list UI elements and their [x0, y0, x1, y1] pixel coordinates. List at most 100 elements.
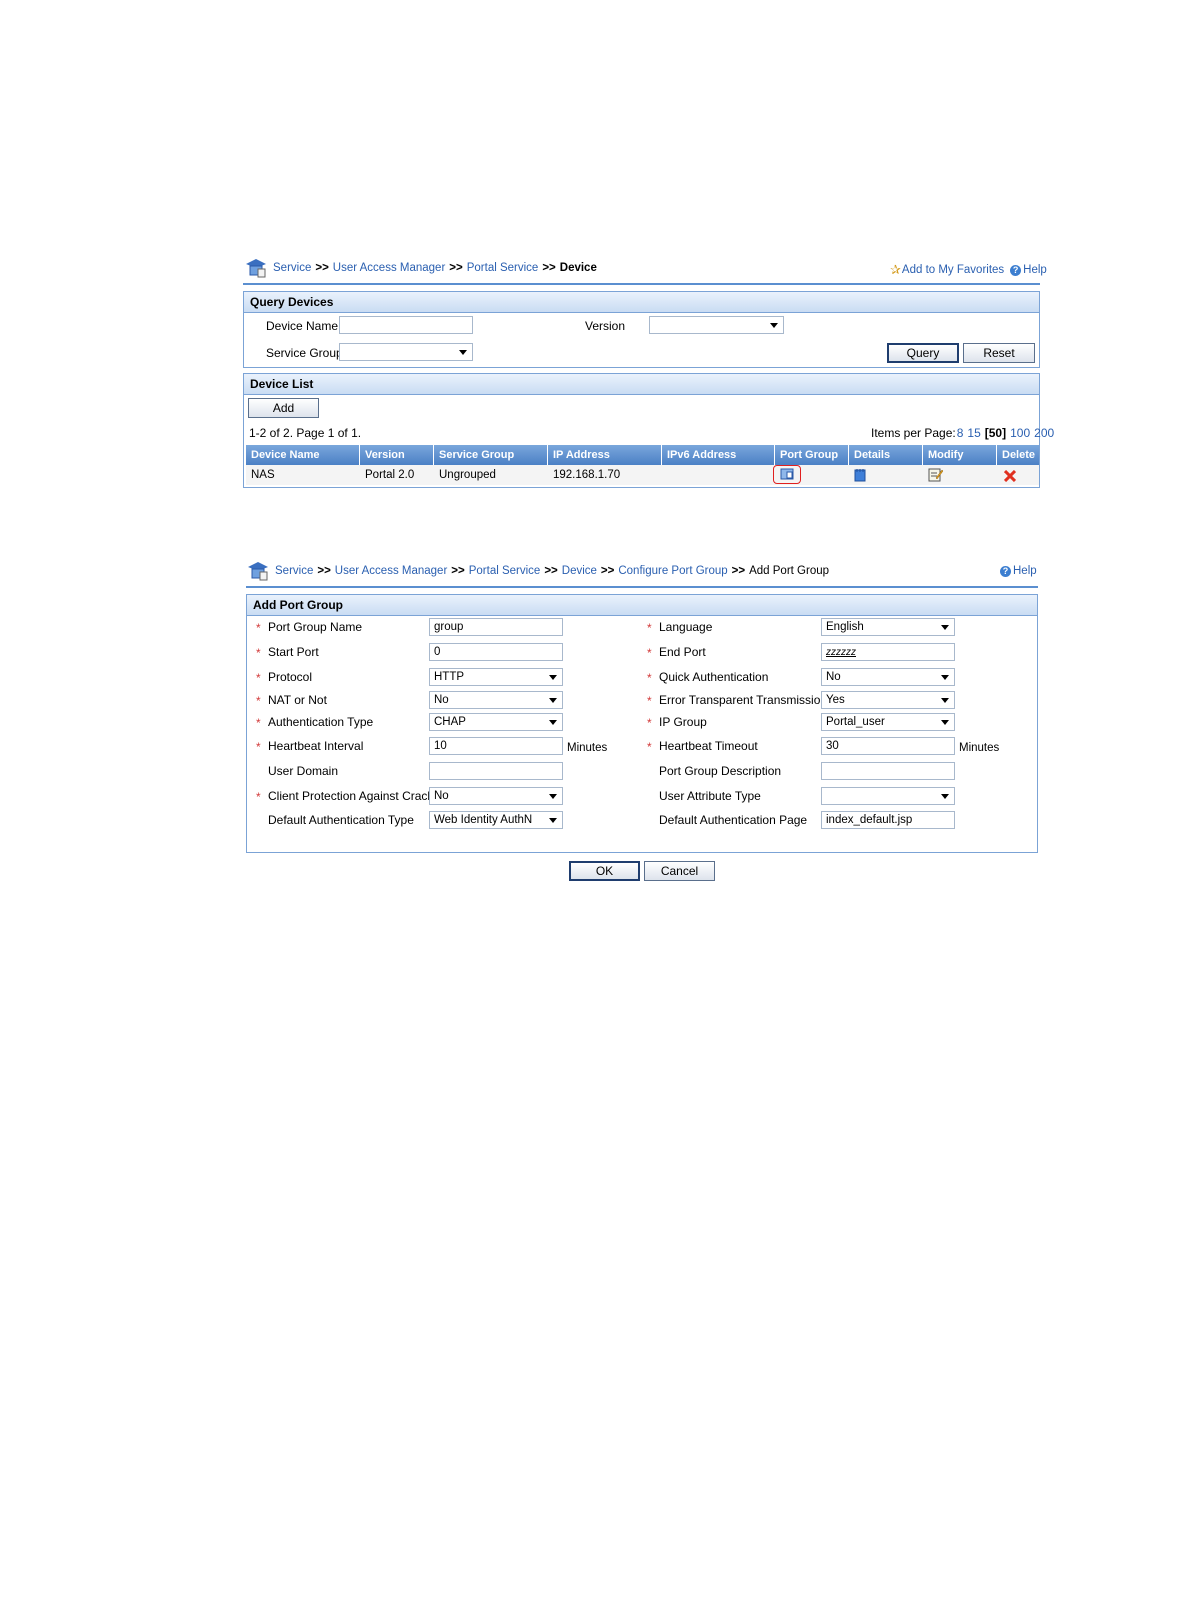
- help-link[interactable]: Help: [1013, 565, 1037, 577]
- col-delete: Delete: [1002, 449, 1036, 461]
- table-row: NAS Portal 2.0 Ungrouped 192.168.1.70: [246, 465, 1039, 485]
- header-divider: [243, 283, 1040, 285]
- reset-button[interactable]: Reset: [963, 343, 1035, 363]
- breadcrumb: Service >> User Access Manager >> Portal…: [247, 560, 829, 582]
- start-port-label: Start Port: [268, 645, 319, 659]
- header-divider: [246, 586, 1038, 588]
- user-attr-type-label: User Attribute Type: [659, 789, 761, 803]
- heartbeat-timeout-input[interactable]: [821, 737, 955, 755]
- breadcrumb-device[interactable]: Device: [562, 565, 597, 577]
- protocol-select[interactable]: HTTP: [429, 668, 563, 686]
- page-size-100[interactable]: 100: [1010, 426, 1030, 440]
- chevron-down-icon: [941, 720, 949, 725]
- top-links: ✰ Add to My Favorites ? Help: [890, 262, 1047, 278]
- required-mark: *: [256, 790, 261, 804]
- breadcrumb-user-access-manager[interactable]: User Access Manager: [333, 262, 446, 274]
- breadcrumb-service[interactable]: Service: [273, 262, 311, 274]
- breadcrumb-current: Add Port Group: [749, 565, 830, 577]
- col-service-group[interactable]: Service Group: [434, 445, 548, 465]
- add-port-group-title: Add Port Group: [247, 595, 1037, 616]
- delete-icon[interactable]: [1003, 469, 1017, 489]
- required-mark: *: [647, 716, 652, 730]
- port-group-icon[interactable]: [773, 465, 801, 484]
- heartbeat-interval-input[interactable]: [429, 737, 563, 755]
- required-mark: *: [256, 716, 261, 730]
- cell-device-name: NAS: [251, 469, 275, 481]
- chevron-down-icon: [549, 675, 557, 680]
- help-link[interactable]: Help: [1023, 264, 1047, 276]
- start-port-input[interactable]: [429, 643, 563, 661]
- required-mark: *: [647, 621, 652, 635]
- ip-group-select[interactable]: Portal_user: [821, 713, 955, 731]
- language-label: Language: [659, 620, 713, 634]
- page-size-8[interactable]: 8: [957, 426, 964, 440]
- chevron-down-icon: [941, 698, 949, 703]
- nat-label: NAT or Not: [268, 693, 327, 707]
- client-protection-select[interactable]: No: [429, 787, 563, 805]
- col-ip-address[interactable]: IP Address: [548, 445, 662, 465]
- details-icon[interactable]: [854, 468, 866, 489]
- default-auth-type-select[interactable]: Web Identity AuthN: [429, 811, 563, 829]
- quick-auth-select[interactable]: No: [821, 668, 955, 686]
- device-table-header: Device Name Version Service Group IP Add…: [246, 445, 1039, 465]
- chevron-down-icon: [549, 720, 557, 725]
- error-transparent-select[interactable]: Yes: [821, 691, 955, 709]
- default-auth-page-input[interactable]: [821, 811, 955, 829]
- top-links: ? Help: [1000, 565, 1037, 577]
- required-mark: *: [256, 621, 261, 635]
- page-size-15[interactable]: 15: [967, 426, 980, 440]
- end-port-input[interactable]: [821, 643, 955, 661]
- col-port-group: Port Group: [775, 445, 849, 465]
- chevron-down-icon: [459, 350, 467, 355]
- col-version[interactable]: Version: [360, 445, 434, 465]
- breadcrumb-portal-service[interactable]: Portal Service: [467, 262, 539, 274]
- device-name-input[interactable]: [339, 316, 473, 334]
- chevron-down-icon: [770, 323, 778, 328]
- page-size-200[interactable]: 200: [1034, 426, 1054, 440]
- protocol-label: Protocol: [268, 670, 313, 684]
- language-select[interactable]: English: [821, 618, 955, 636]
- help-icon: ?: [1000, 565, 1011, 577]
- user-attr-type-select[interactable]: [821, 787, 955, 805]
- required-mark: *: [256, 646, 261, 660]
- end-port-label: End Port: [659, 645, 706, 659]
- heartbeat-interval-unit: Minutes: [567, 742, 608, 754]
- user-domain-input[interactable]: [429, 762, 563, 780]
- cell-ip-address: 192.168.1.70: [553, 469, 621, 481]
- nat-select[interactable]: No: [429, 691, 563, 709]
- heartbeat-timeout-label: Heartbeat Timeout: [659, 739, 758, 753]
- breadcrumb-user-access-manager[interactable]: User Access Manager: [335, 565, 448, 577]
- cancel-button[interactable]: Cancel: [644, 861, 715, 881]
- col-ipv6-address[interactable]: IPv6 Address: [662, 445, 775, 465]
- auth-type-select[interactable]: CHAP: [429, 713, 563, 731]
- col-modify: Modify: [923, 445, 997, 465]
- service-group-select[interactable]: [339, 343, 473, 361]
- add-device-button[interactable]: Add: [248, 398, 319, 418]
- auth-type-label: Authentication Type: [268, 715, 374, 729]
- heartbeat-timeout-unit: Minutes: [959, 742, 1000, 754]
- breadcrumb-service[interactable]: Service: [275, 565, 313, 577]
- required-mark: *: [647, 694, 652, 708]
- cell-version: Portal 2.0: [365, 469, 415, 481]
- heartbeat-interval-label: Heartbeat Interval: [268, 739, 364, 753]
- col-device-name[interactable]: Device Name: [246, 445, 360, 465]
- required-mark: *: [256, 740, 261, 754]
- port-group-name-input[interactable]: [429, 618, 563, 636]
- breadcrumb-configure-port-group[interactable]: Configure Port Group: [618, 565, 727, 577]
- modify-icon[interactable]: [928, 467, 944, 489]
- port-group-desc-input[interactable]: [821, 762, 955, 780]
- add-to-favorites-link[interactable]: Add to My Favorites: [902, 264, 1004, 276]
- query-button[interactable]: Query: [887, 343, 959, 363]
- breadcrumb-portal-service[interactable]: Portal Service: [469, 565, 541, 577]
- ok-button[interactable]: OK: [569, 861, 640, 881]
- chevron-down-icon: [941, 625, 949, 630]
- chevron-down-icon: [549, 698, 557, 703]
- chevron-down-icon: [941, 794, 949, 799]
- required-mark: *: [647, 671, 652, 685]
- client-protection-label: Client Protection Against Cracks: [268, 789, 440, 803]
- version-select[interactable]: [649, 316, 784, 334]
- items-per-page: Items per Page: 8 15 [50] 100 200: [871, 426, 1055, 440]
- port-group-desc-label: Port Group Description: [659, 764, 782, 778]
- chevron-down-icon: [549, 818, 557, 823]
- chevron-down-icon: [549, 794, 557, 799]
